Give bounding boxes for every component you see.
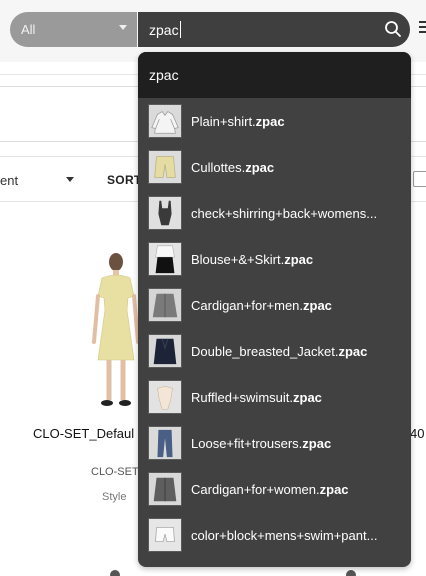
ruffled-swimsuit-thumbnail	[148, 380, 182, 414]
search-icon[interactable]	[384, 20, 402, 38]
category-filter-select[interactable]: All	[10, 12, 137, 47]
suggestion-label: color+block+mens+swim+pant...	[191, 527, 378, 543]
sort-select-value: ent	[0, 172, 19, 188]
suggestion-item[interactable]: Ruffled+swimsuit. zpac	[138, 374, 411, 420]
card-meta: Style	[102, 491, 127, 503]
search-input[interactable]: zpac	[138, 12, 410, 47]
shorts-thumbnail	[148, 150, 182, 184]
suggestion-label: Cardigan+for+men. zpac	[191, 297, 332, 313]
suggestion-label: Cullottes. zpac	[191, 159, 275, 175]
search-query: zpac	[149, 21, 179, 38]
suggestion-label: Plain+shirt. zpac	[191, 113, 285, 129]
suggestion-item[interactable]: Plain+shirt. zpac	[138, 98, 411, 144]
chevron-down-icon	[119, 25, 127, 30]
suggestion-label: Ruffled+swimsuit. zpac	[191, 389, 322, 405]
category-filter-value: All	[21, 22, 36, 37]
swimsuit-thumbnail	[148, 196, 182, 230]
suggestion-label: Loose+fit+trousers. zpac	[191, 435, 332, 451]
trousers-thumbnail	[148, 426, 182, 460]
shirt-thumbnail	[148, 104, 182, 138]
suggestion-item[interactable]: color+block+mens+swim+pant...	[138, 512, 411, 558]
suggestion-item[interactable]: Cardigan+for+men. zpac	[138, 282, 411, 328]
blouse-skirt-thumbnail	[148, 242, 182, 276]
suggestion-label: Blouse+&+Skirt. zpac	[191, 251, 314, 267]
avatar	[346, 570, 356, 576]
avatar	[110, 570, 120, 576]
view-toggle-icon[interactable]	[413, 171, 426, 187]
sort-label[interactable]: SORT	[107, 157, 142, 203]
search-suggestions-dropdown: zpac Plain+shirt. zpac Cullottes. zpac che…	[138, 52, 411, 567]
sort-select[interactable]: ent	[0, 157, 80, 203]
suggestion-item[interactable]: Cullottes. zpac	[138, 144, 411, 190]
suggestion-query-text: zpac	[149, 67, 179, 83]
menu-icon[interactable]	[419, 18, 426, 40]
card-title-next[interactable]: 40	[410, 426, 424, 441]
swim-pants-thumbnail	[148, 518, 182, 552]
suggestion-query-row[interactable]: zpac	[138, 52, 411, 98]
card-title[interactable]: CLO-SET_Defaul	[33, 426, 134, 441]
jacket-thumbnail	[148, 334, 182, 368]
suggestion-item[interactable]: Loose+fit+trousers. zpac	[138, 420, 411, 466]
avatar-model-thumbnail[interactable]	[88, 250, 144, 415]
cardigan-thumbnail	[148, 472, 182, 506]
chevron-down-icon	[66, 177, 74, 182]
suggestion-item[interactable]: check+shirring+back+womens...	[138, 190, 411, 236]
text-cursor	[179, 21, 181, 38]
suggestion-label: check+shirring+back+womens...	[191, 205, 378, 221]
suggestion-item[interactable]: Blouse+&+Skirt. zpac	[138, 236, 411, 282]
cardigan-thumbnail	[148, 288, 182, 322]
card-subtitle: CLO-SET	[91, 466, 139, 478]
suggestion-label: Cardigan+for+women. zpac	[191, 481, 349, 497]
suggestion-item[interactable]: Cardigan+for+women. zpac	[138, 466, 411, 512]
suggestion-label: Double_breasted_Jacket. zpac	[191, 343, 368, 359]
suggestion-item[interactable]: Double_breasted_Jacket. zpac	[138, 328, 411, 374]
